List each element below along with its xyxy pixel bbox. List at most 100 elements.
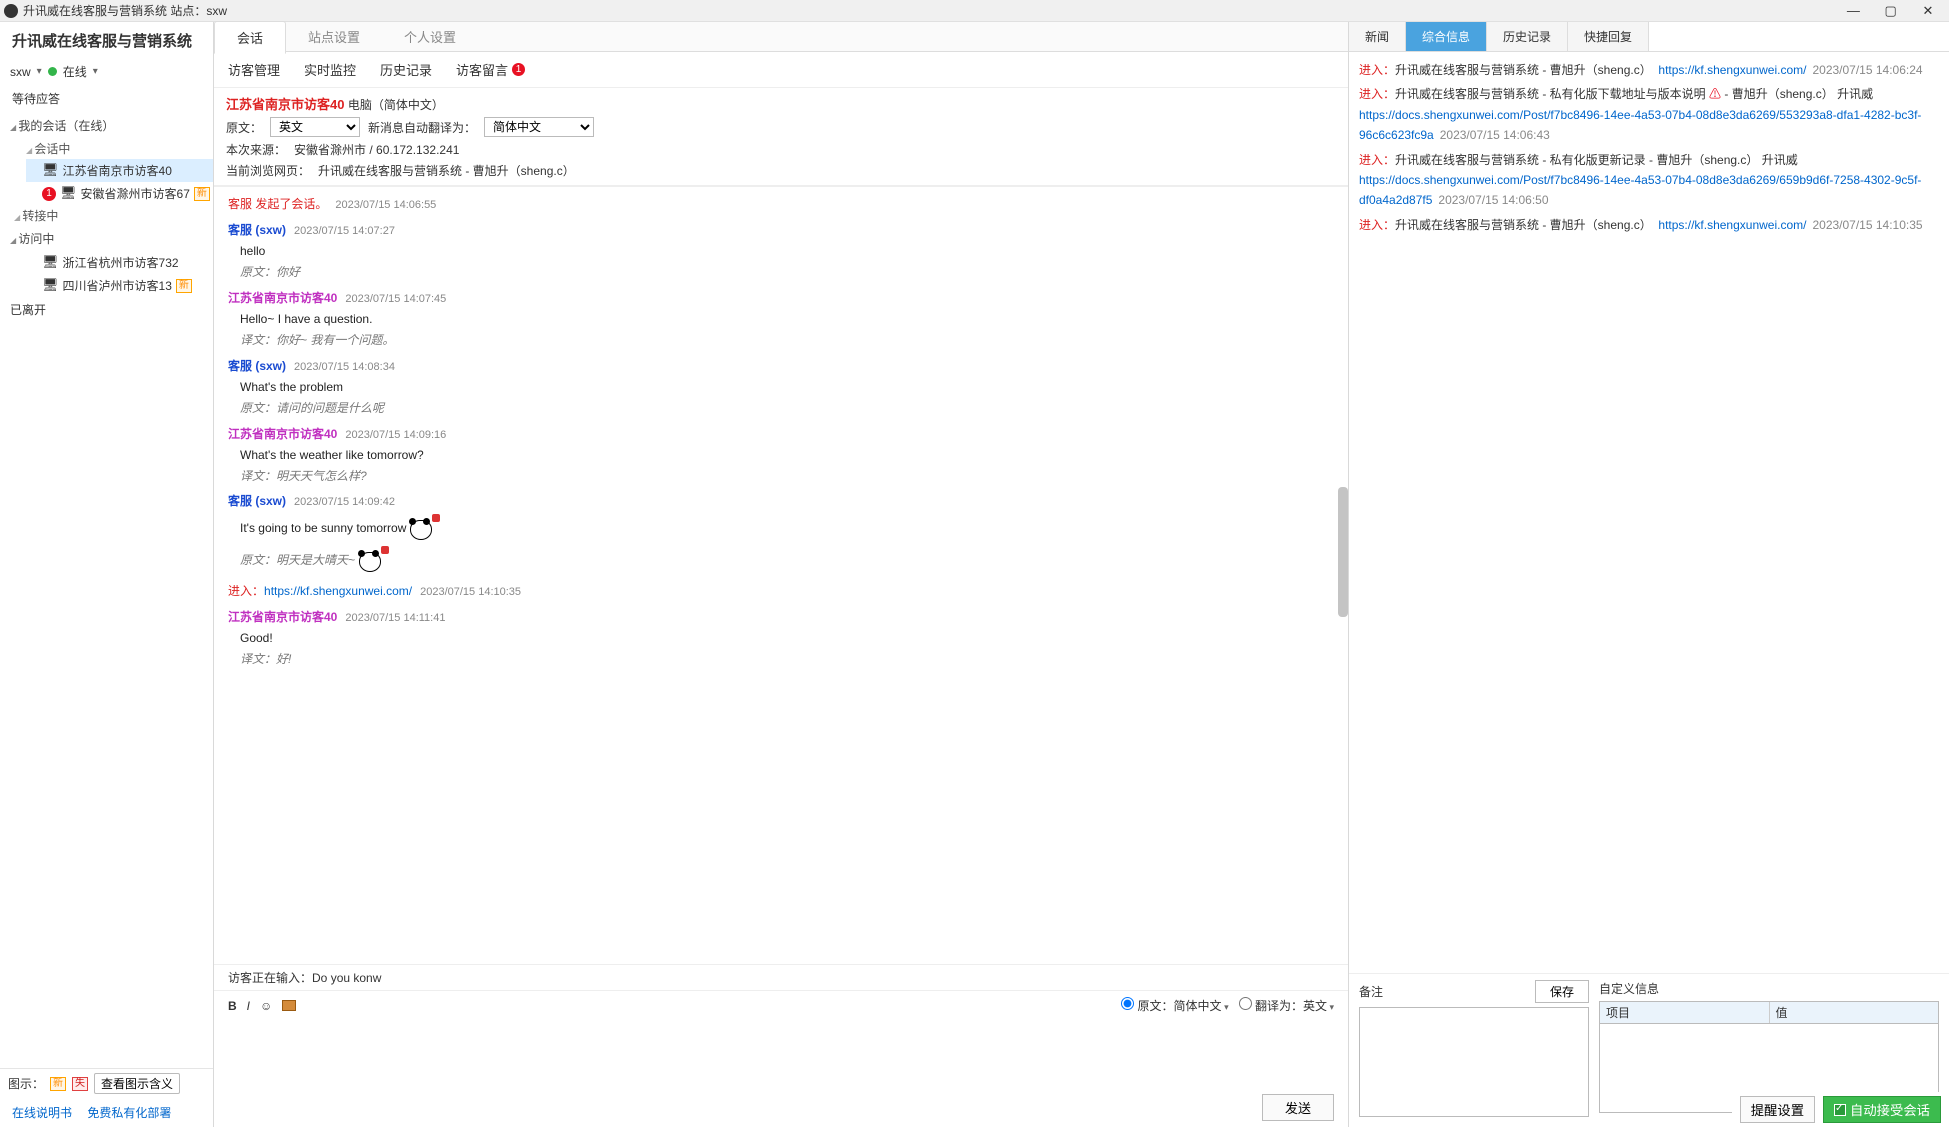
msg-body: Good! [228, 627, 1334, 650]
message-count-badge: 1 [512, 63, 525, 76]
info-link[interactable]: https://kf.shengxunwei.com/ [1658, 218, 1806, 232]
msg-ts: 2023/07/15 14:11:41 [345, 612, 445, 624]
remark-textarea[interactable] [1359, 1007, 1589, 1117]
subnav-history[interactable]: 历史记录 [380, 60, 432, 79]
tree-visitor-4[interactable]: 🖥 四川省泸州市访客13 新 [26, 274, 213, 297]
subnav-visitor-mgmt[interactable]: 访客管理 [228, 60, 280, 79]
legend-lost-icon: 失 [72, 1077, 88, 1091]
rtab-history[interactable]: 历史记录 [1487, 22, 1568, 51]
vis-who: 江苏省南京市访客40 [228, 291, 337, 305]
tree-visitor-4-label: 四川省泸州市访客13 [63, 277, 172, 294]
app-brand: 升讯威在线客服与营销系统 [0, 22, 213, 59]
info-pre: 进入： [1359, 63, 1395, 77]
reminder-settings-button[interactable]: 提醒设置 [1740, 1096, 1815, 1123]
image-button[interactable] [282, 1000, 296, 1011]
status-dot-icon [48, 67, 57, 76]
window-minimize-button[interactable]: — [1836, 3, 1870, 18]
info-title-2: - 曹旭升（sheng.c） 升讯威 [1721, 87, 1873, 101]
tree-group-left[interactable]: 已离开 [0, 297, 213, 322]
status-dropdown-icon[interactable]: ▾ [93, 66, 98, 77]
auto-trans-label: 新消息自动翻译为： [368, 119, 476, 136]
status-text: 在线 [63, 63, 87, 80]
th-val: 值 [1770, 1002, 1939, 1023]
panda-sticker-icon [406, 514, 442, 544]
rtab-quickreply[interactable]: 快捷回复 [1568, 22, 1649, 51]
msg-ts: 2023/07/15 14:09:16 [345, 429, 446, 441]
legend-help-button[interactable]: 查看图示含义 [94, 1073, 180, 1094]
tab-session[interactable]: 会话 [214, 21, 286, 54]
link-manual[interactable]: 在线说明书 [12, 1106, 72, 1120]
scrollbar-thumb[interactable] [1338, 487, 1348, 617]
rtab-info[interactable]: 综合信息 [1406, 22, 1487, 51]
alert-icon: ⚠ [1709, 87, 1721, 101]
msg-orig: 原文：明天是大晴天~ [228, 546, 1334, 576]
info-title: 升讯威在线客服与营销系统 - 私有化版更新记录 - 曹旭升（sheng.c） 升… [1395, 153, 1798, 167]
msg-orig: 原文：请问的问题是什么呢 [228, 399, 1334, 418]
tree-visitor-3[interactable]: 🖥 浙江省杭州市访客732 [26, 251, 213, 274]
rtab-news[interactable]: 新闻 [1349, 22, 1406, 51]
tree-visitor-3-label: 浙江省杭州市访客732 [63, 254, 179, 271]
site-dropdown-icon[interactable]: ▾ [37, 66, 42, 77]
info-link[interactable]: https://kf.shengxunwei.com/ [1658, 63, 1806, 77]
save-remark-button[interactable]: 保存 [1535, 980, 1589, 1003]
info-ts: 2023/07/15 14:06:43 [1440, 128, 1550, 142]
emoji-button[interactable]: ☺ [260, 999, 272, 1013]
monitor-icon: 🖥 [42, 278, 59, 293]
subnav-realtime[interactable]: 实时监控 [304, 60, 356, 79]
chat-log[interactable]: 客服 发起了会话。2023/07/15 14:06:55 客服 (sxw)202… [214, 186, 1348, 964]
tree-group-visiting[interactable]: 访问中 [0, 226, 213, 251]
msg-orig: 原文：你好 [228, 263, 1334, 282]
monitor-icon: 🖥 [42, 163, 59, 178]
legend-new-icon: 新 [50, 1077, 66, 1091]
send-button[interactable]: 发送 [1262, 1094, 1334, 1121]
tab-personal-settings[interactable]: 个人设置 [382, 21, 478, 52]
legend-label: 图示： [8, 1075, 44, 1092]
enter-label: 进入： [228, 584, 264, 598]
srv-who: 客服 (sxw) [228, 359, 286, 373]
subnav-messages-label: 访客留言 [456, 60, 508, 79]
message-input[interactable] [228, 1020, 1334, 1088]
msg-ts: 2023/07/15 14:10:35 [420, 586, 521, 598]
app-icon [4, 4, 18, 18]
visitor-name: 江苏省南京市访客40 [226, 97, 344, 112]
auto-accept-toggle[interactable]: 自动接受会话 [1823, 1096, 1941, 1123]
tree-group-my-sessions[interactable]: 我的会话（在线） [0, 113, 213, 138]
msg-ts: 2023/07/15 14:08:34 [294, 361, 395, 373]
orig-lang-select[interactable]: 英文 [270, 117, 360, 137]
info-ts: 2023/07/15 14:10:35 [1812, 218, 1922, 232]
sys-who: 客服 发起了会话。 [228, 197, 327, 211]
msg-body: What's the problem [228, 376, 1334, 399]
srv-who: 客服 (sxw) [228, 223, 286, 237]
msg-ts: 2023/07/15 14:07:45 [345, 293, 446, 305]
vis-who: 江苏省南京市访客40 [228, 427, 337, 441]
editor-orig-radio[interactable]: 原文：简体中文 [1121, 997, 1228, 1014]
tree-group-transfer[interactable]: 转接中 [14, 205, 213, 226]
window-maximize-button[interactable]: ▢ [1874, 3, 1908, 19]
tree-visitor-1[interactable]: 🖥 江苏省南京市访客40 [26, 159, 213, 182]
subnav-messages[interactable]: 访客留言 1 [456, 60, 525, 79]
tree-group-in-session[interactable]: 会话中 [26, 138, 213, 159]
msg-body: hello [228, 240, 1334, 263]
editor-trans-radio[interactable]: 翻译为：英文 [1239, 997, 1334, 1014]
info-title: 升讯威在线客服与营销系统 - 曹旭升（sheng.c） [1395, 218, 1652, 232]
auto-trans-select[interactable]: 简体中文 [484, 117, 594, 137]
italic-button[interactable]: I [247, 999, 250, 1013]
msg-body: It's going to be sunny tomorrow [228, 512, 1334, 546]
source-value: 安徽省滁州市 / 60.172.132.241 [294, 141, 459, 158]
info-ts: 2023/07/15 14:06:24 [1812, 63, 1922, 77]
tree-visitor-1-label: 江苏省南京市访客40 [63, 162, 172, 179]
msg-ts: 2023/07/15 14:09:42 [294, 496, 395, 508]
msg-ts: 2023/07/15 14:07:27 [294, 225, 395, 237]
orig-lang-label: 原文： [226, 119, 262, 136]
typing-label: 访客正在输入： [228, 971, 312, 985]
enter-link[interactable]: https://kf.shengxunwei.com/ [264, 584, 412, 598]
tab-site-settings[interactable]: 站点设置 [286, 21, 382, 52]
info-list[interactable]: 进入： 升讯威在线客服与营销系统 - 曹旭升（sheng.c） https://k… [1349, 52, 1949, 973]
new-badge: 新 [176, 279, 192, 293]
info-ts: 2023/07/15 14:06:50 [1438, 193, 1548, 207]
tree-visitor-2[interactable]: 1 🖥 安徽省滁州市访客67 新 [26, 182, 213, 205]
window-close-button[interactable]: ✕ [1911, 3, 1945, 19]
bold-button[interactable]: B [228, 999, 237, 1013]
new-badge: 新 [194, 187, 210, 201]
link-deploy[interactable]: 免费私有化部署 [87, 1106, 171, 1120]
